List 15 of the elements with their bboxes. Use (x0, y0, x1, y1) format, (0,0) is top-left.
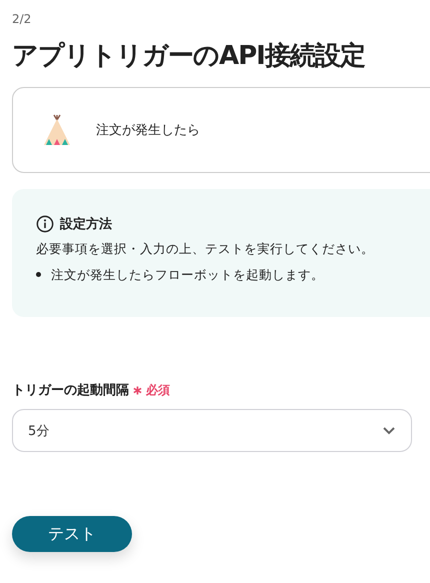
field-label: トリガーの起動間隔 (12, 382, 129, 399)
bullet-icon (36, 272, 41, 278)
info-icon (36, 215, 54, 233)
required-label: 必須 (146, 382, 170, 398)
info-text: 必要事項を選択・入力の上、テストを実行してください。 (36, 241, 375, 258)
test-button[interactable]: テスト (12, 516, 132, 552)
chevron-down-icon (383, 426, 395, 434)
trigger-card[interactable]: 注文が発生したら (12, 87, 430, 173)
page-title: アプリトリガーのAPI接続設定 (12, 40, 366, 73)
info-heading: 設定方法 (60, 216, 112, 233)
step-counter: 2/2 (12, 12, 32, 26)
interval-select[interactable]: 5分 (12, 409, 412, 452)
trigger-label: 注文が発生したら (96, 122, 200, 139)
tent-icon (43, 114, 71, 146)
info-bullet: 注文が発生したらフローボットを起動します。 (51, 266, 324, 284)
